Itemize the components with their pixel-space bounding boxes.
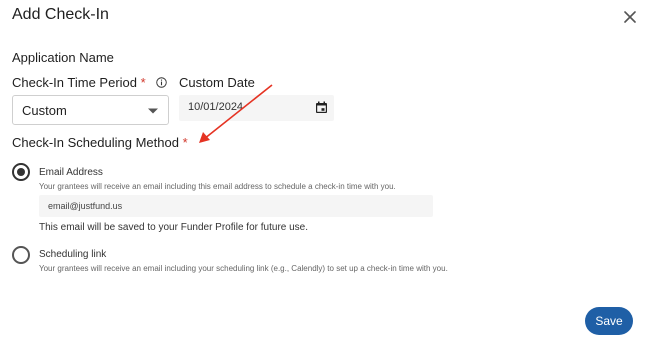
scheduling-link-option-label: Scheduling link [39,249,107,260]
custom-date-value: 10/01/2024 [188,101,244,113]
time-period-label: Check-In Time Period * [12,75,168,90]
required-mark: * [140,75,146,90]
close-icon[interactable] [621,8,639,26]
save-button[interactable]: Save [585,307,633,335]
email-address-radio[interactable] [12,163,30,181]
info-icon[interactable] [156,77,168,88]
time-period-label-text: Check-In Time Period [12,75,137,90]
custom-date-label: Custom Date [179,75,255,90]
add-check-in-dialog: Add Check-In Application Name Check-In T… [0,0,648,343]
custom-date-input[interactable]: 10/01/2024 [179,95,334,121]
scheduling-method-label-text: Check-In Scheduling Method [12,135,179,150]
chevron-down-icon [148,108,158,114]
required-mark: * [182,135,188,150]
email-save-note: This email will be saved to your Funder … [39,222,309,233]
dialog-title: Add Check-In [12,6,109,23]
email-address-description: Your grantees will receive an email incl… [39,182,396,191]
time-period-select[interactable]: Custom [12,95,169,125]
application-name-label: Application Name [12,50,114,65]
email-input[interactable]: email@justfund.us [39,195,433,217]
email-address-option-label: Email Address [39,167,103,178]
email-input-value: email@justfund.us [48,201,123,211]
scheduling-link-radio[interactable] [12,246,30,264]
scheduling-link-description: Your grantees will receive an email incl… [39,264,448,273]
calendar-icon[interactable] [315,101,328,114]
time-period-selected-value: Custom [22,103,67,118]
scheduling-method-label: Check-In Scheduling Method * [12,135,188,150]
